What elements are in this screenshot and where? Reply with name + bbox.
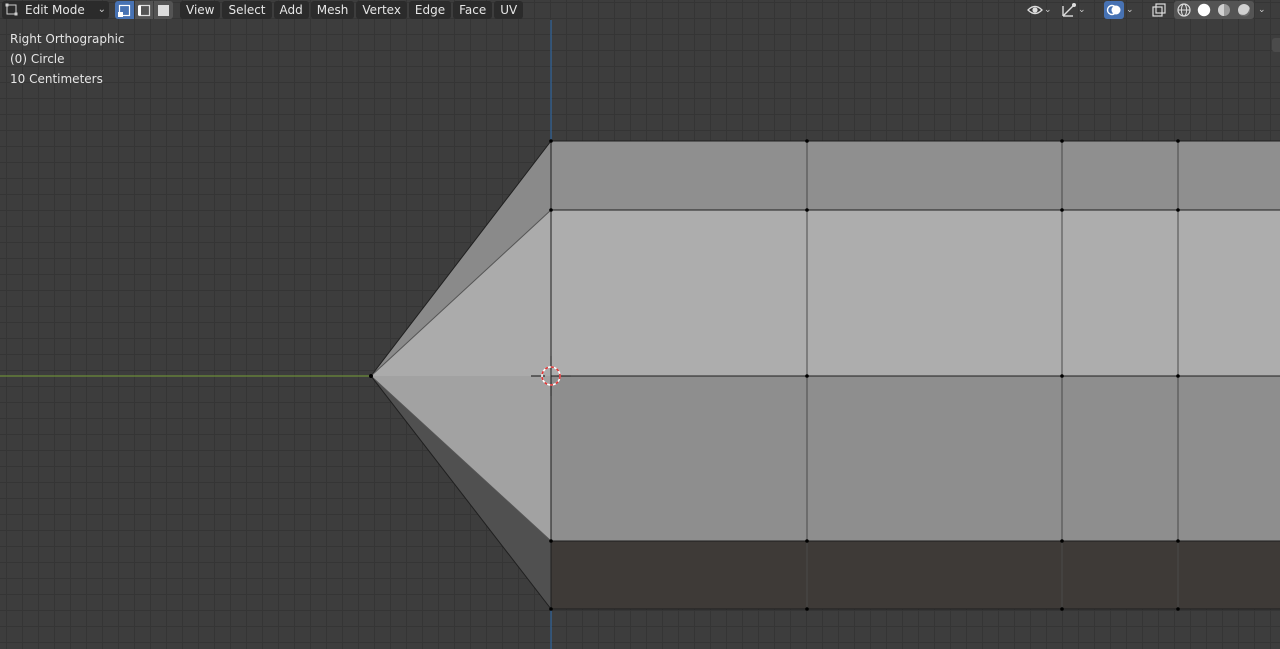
menu-mesh[interactable]: Mesh — [310, 1, 355, 19]
gizmo-button[interactable]: ⌄ — [1060, 1, 1086, 19]
shading-mode-group — [1174, 1, 1254, 19]
overlay-dropdown[interactable]: ⌄ — [1126, 1, 1134, 19]
chevron-down-icon: ⌄ — [1126, 5, 1134, 15]
mesh-canvas[interactable] — [0, 0, 1280, 649]
face-select-button[interactable] — [154, 1, 173, 19]
solid-shading-icon[interactable] — [1196, 2, 1212, 18]
overlay-icon — [1106, 4, 1121, 16]
viewport-menu: View Select Add Mesh Vertex Edge Face UV — [180, 1, 525, 19]
mode-label: Edit Mode — [25, 3, 85, 17]
face-select-icon — [158, 4, 170, 16]
band-bottom — [551, 541, 1280, 609]
chevron-down-icon: ⌄ — [97, 4, 106, 15]
menu-select[interactable]: Select — [222, 1, 272, 19]
3d-viewport[interactable] — [0, 0, 1280, 649]
chevron-down-icon: ⌄ — [1078, 5, 1086, 15]
overlay-button[interactable] — [1104, 1, 1124, 19]
select-mode-group — [115, 1, 173, 19]
shading-dropdown[interactable]: ⌄ — [1258, 1, 1266, 19]
menu-view[interactable]: View — [180, 1, 221, 19]
menu-edge[interactable]: Edge — [408, 1, 452, 19]
sidebar-toggle-tab[interactable] — [1272, 38, 1280, 52]
visibility-button[interactable]: ⌄ — [1026, 1, 1052, 19]
viewport-header: Edit Mode ⌄ View Select Add Mesh Vertex … — [0, 0, 1280, 20]
vertex-select-button[interactable] — [115, 1, 134, 19]
view-name-label: Right Orthographic — [10, 32, 125, 46]
xray-button[interactable] — [1150, 1, 1168, 19]
material-shading-icon[interactable] — [1216, 2, 1232, 18]
visibility-icon — [1027, 5, 1043, 15]
wireframe-shading-icon[interactable] — [1176, 2, 1192, 18]
mode-icon — [5, 3, 18, 16]
band-upper — [551, 210, 1280, 376]
rendered-shading-icon[interactable] — [1236, 2, 1252, 18]
gizmo-icon — [1062, 3, 1076, 17]
menu-face[interactable]: Face — [453, 1, 493, 19]
xray-icon — [1152, 3, 1166, 17]
band-lower — [551, 376, 1280, 541]
vertex-select-icon — [117, 4, 130, 17]
chevron-down-icon: ⌄ — [1044, 5, 1052, 15]
chevron-down-icon: ⌄ — [1258, 5, 1266, 15]
menu-uv[interactable]: UV — [494, 1, 524, 19]
edge-select-icon — [137, 4, 150, 16]
menu-add[interactable]: Add — [273, 1, 309, 19]
grid-scale-label: 10 Centimeters — [10, 72, 103, 86]
edge-select-button[interactable] — [134, 1, 154, 19]
menu-vertex[interactable]: Vertex — [356, 1, 407, 19]
mode-dropdown[interactable]: Edit Mode ⌄ — [2, 1, 109, 19]
band-top — [551, 141, 1280, 210]
object-name-label: (0) Circle — [10, 52, 65, 66]
